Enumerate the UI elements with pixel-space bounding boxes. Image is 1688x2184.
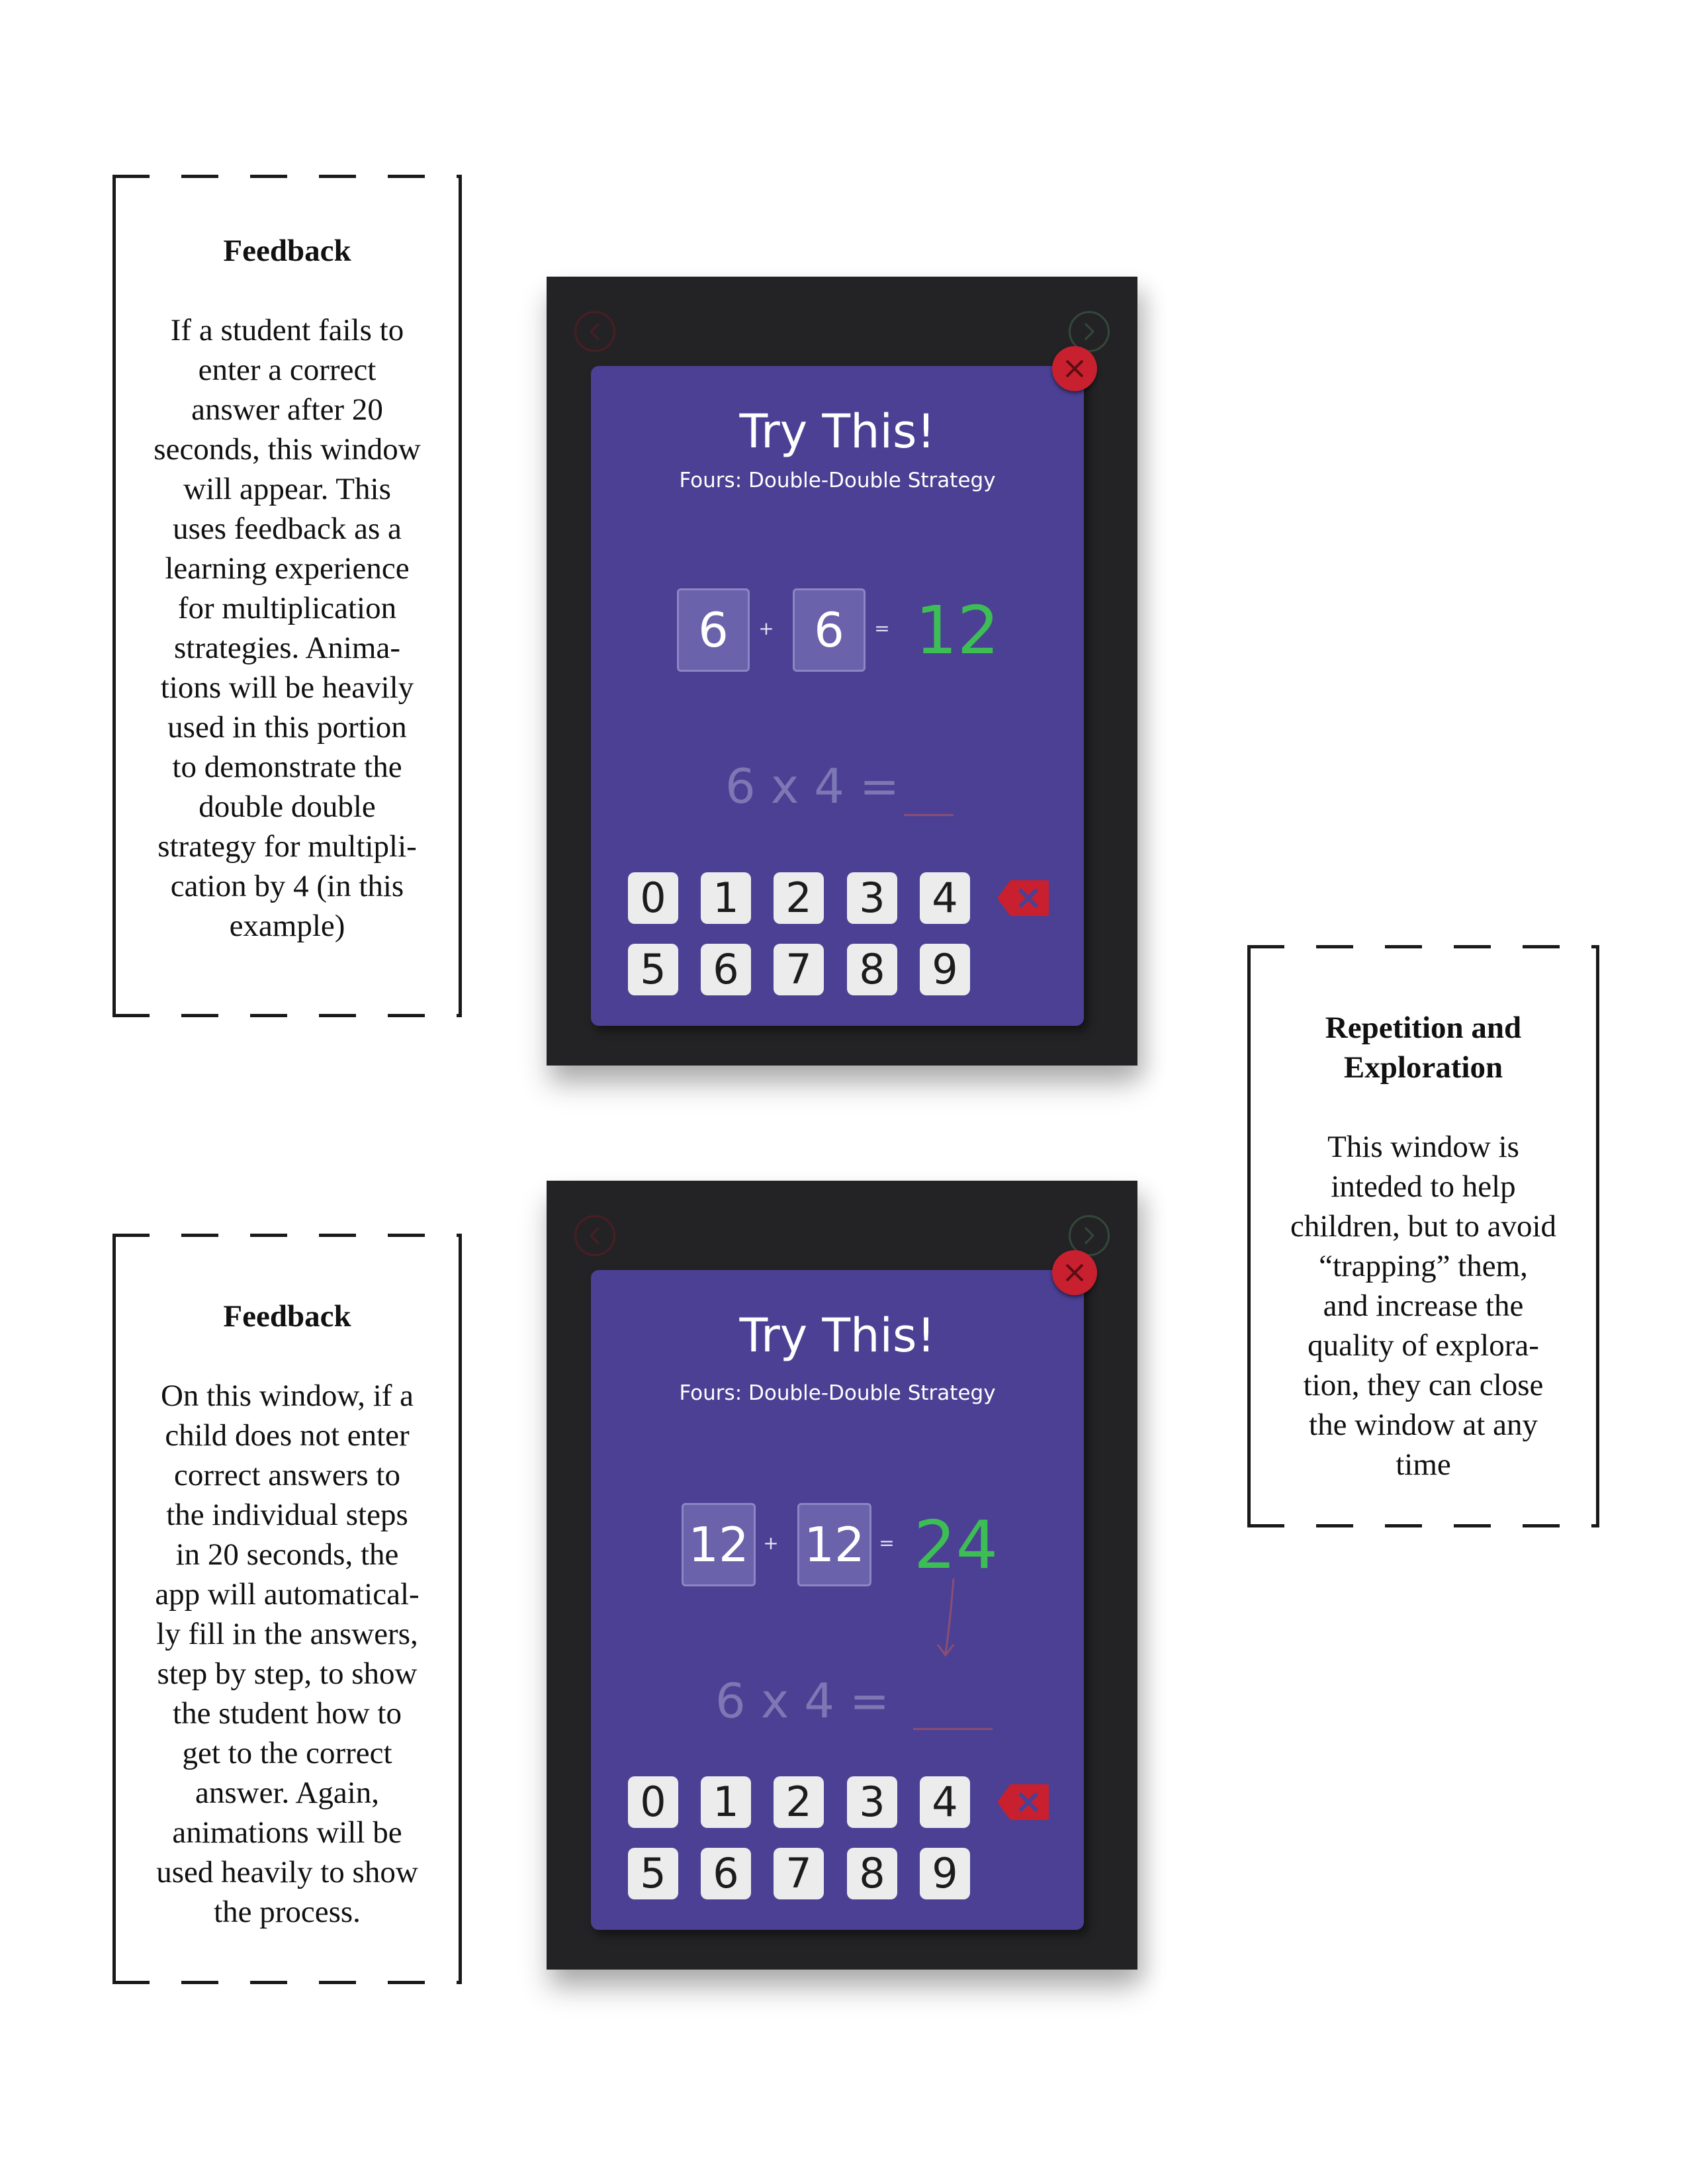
annotation-feedback-autofill: Feedback On this window, if a child does…	[112, 1234, 462, 1984]
equals-sign: =	[874, 617, 890, 639]
problem-text: 6 x 4 =	[725, 758, 900, 814]
annotation-feedback-timeout: Feedback If a student fails to enter a c…	[112, 175, 462, 1017]
annotation-body: This window is inteded to help children,…	[1290, 1130, 1557, 1482]
try-this-dialog: Try This! Fours: Double-Double Strategy …	[591, 366, 1084, 1026]
key-4[interactable]: 4	[920, 1776, 970, 1828]
key-6[interactable]: 6	[701, 1848, 751, 1899]
key-0[interactable]: 0	[628, 872, 678, 924]
close-icon	[1065, 359, 1084, 378]
backspace-icon	[997, 880, 1049, 916]
plus-sign: +	[758, 617, 774, 639]
chevron-right-icon	[1084, 322, 1095, 341]
step-result: 24	[914, 1506, 999, 1584]
annotation-repetition-exploration: Repetition and Exploration This window i…	[1247, 945, 1599, 1527]
key-5[interactable]: 5	[628, 944, 678, 995]
step-addend-b[interactable]: 12	[797, 1503, 871, 1586]
key-3[interactable]: 3	[847, 872, 897, 924]
key-9[interactable]: 9	[920, 1848, 970, 1899]
chevron-right-icon	[1084, 1226, 1095, 1245]
dialog-subtitle: Fours: Double-Double Strategy	[679, 469, 996, 492]
chevron-left-icon	[589, 322, 600, 341]
dialog-title: Try This!	[739, 404, 936, 459]
try-this-dialog: Try This! Fours: Double-Double Strategy …	[591, 1270, 1084, 1930]
problem-text: 6 x 4 =	[715, 1673, 890, 1729]
key-3[interactable]: 3	[847, 1776, 897, 1828]
annotation-title: Repetition and Exploration	[1325, 1011, 1522, 1085]
key-6[interactable]: 6	[701, 944, 751, 995]
key-9[interactable]: 9	[920, 944, 970, 995]
prev-button[interactable]	[574, 311, 615, 352]
key-8[interactable]: 8	[847, 944, 897, 995]
annotation-title: Feedback	[223, 234, 351, 268]
close-button[interactable]	[1052, 1250, 1097, 1295]
annotation-body: If a student fails to enter a correct an…	[154, 313, 421, 943]
arrow-down-icon	[936, 1578, 955, 1657]
key-2[interactable]: 2	[774, 872, 824, 924]
key-1[interactable]: 1	[701, 1776, 751, 1828]
step-addend-a[interactable]: 6	[677, 588, 750, 672]
key-5[interactable]: 5	[628, 1848, 678, 1899]
key-4[interactable]: 4	[920, 872, 970, 924]
annotation-body: On this window, if a child does not ente…	[155, 1379, 420, 1929]
device-screen-step-two: Try This! Fours: Double-Double Strategy …	[547, 1181, 1137, 1970]
device-screen-step-one: Try This! Fours: Double-Double Strategy …	[547, 277, 1137, 1066]
close-button[interactable]	[1052, 346, 1097, 391]
backspace-button[interactable]	[996, 1783, 1050, 1821]
prev-button[interactable]	[574, 1215, 615, 1256]
key-1[interactable]: 1	[701, 872, 751, 924]
plus-sign: +	[763, 1532, 779, 1554]
step-addend-b[interactable]: 6	[793, 588, 866, 672]
close-icon	[1065, 1263, 1084, 1282]
step-addend-a[interactable]: 12	[682, 1503, 756, 1586]
answer-field[interactable]	[913, 1728, 993, 1730]
key-2[interactable]: 2	[774, 1776, 824, 1828]
key-0[interactable]: 0	[628, 1776, 678, 1828]
chevron-left-icon	[589, 1226, 600, 1245]
dialog-subtitle: Fours: Double-Double Strategy	[679, 1381, 996, 1405]
annotation-title: Feedback	[223, 1299, 351, 1334]
key-7[interactable]: 7	[774, 1848, 824, 1899]
key-7[interactable]: 7	[774, 944, 824, 995]
answer-field[interactable]	[904, 814, 954, 816]
dialog-title: Try This!	[739, 1308, 936, 1363]
equals-sign: =	[879, 1532, 895, 1554]
backspace-button[interactable]	[996, 879, 1050, 917]
backspace-icon	[997, 1784, 1049, 1820]
step-result: 12	[915, 592, 1000, 669]
key-8[interactable]: 8	[847, 1848, 897, 1899]
